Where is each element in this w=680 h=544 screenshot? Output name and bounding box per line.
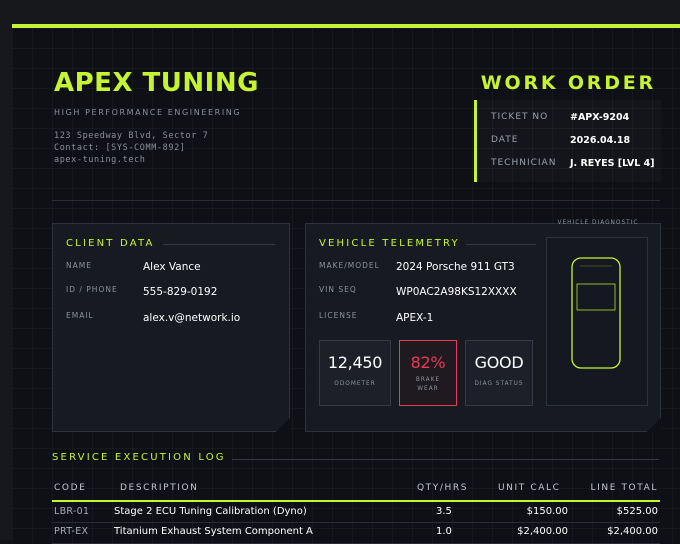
row-unit: $2,400.00 [517,526,568,537]
panel-corner-notch [647,418,661,432]
ticket-label: TICKET NO [491,112,549,122]
service-log-heading-rule [232,459,659,460]
client-email-label: EMAIL [66,311,94,320]
license-label: LICENSE [319,311,358,320]
technician-value: J. REYES [LVL 4] [570,158,655,169]
col-unit-calc: UNIT CALC [498,483,561,493]
row-total: $2,400.00 [607,526,658,537]
vehicle-heading-rule [466,244,536,245]
vehicle-telemetry-heading: VEHICLE TELEMETRY [319,238,460,249]
car-outline-icon [571,257,621,369]
ticket-number: #APX-9204 [570,112,630,123]
col-qty: QTY/HRS [417,483,469,493]
row-code: LBR-01 [54,506,90,517]
client-phone-label: ID / PHONE [66,285,118,294]
row-unit: $150.00 [526,506,568,517]
ticket-info-box: TICKET NO #APX-9204 DATE 2026.04.18 TECH… [474,100,661,182]
client-name-value: Alex Vance [143,261,201,273]
client-name-label: NAME [66,261,92,270]
diag-status-stat: GOOD DIAG STATUS [465,340,533,406]
col-line-total: LINE TOTAL [590,483,658,493]
odometer-value: 12,450 [327,353,383,372]
header-divider [52,200,660,201]
make-model-label: MAKE/MODEL [319,261,380,270]
date-value: 2026.04.18 [570,135,631,146]
brake-wear-label-line1: BRAKE [415,377,441,383]
brand-address: 123 Speedway Blvd, Sector 7 [54,131,209,141]
client-email-value: alex.v@network.io [143,312,241,324]
brand-contact: Contact: [SYS-COMM-892] [54,143,186,153]
col-code: CODE [54,483,87,493]
brand-website: apex-tuning.tech [54,155,146,165]
panel-corner-notch [276,418,290,432]
brake-wear-stat: 82% BRAKE WEAR [399,340,457,406]
license-value: APEX-1 [396,312,434,324]
table-row: LBR-01 Stage 2 ECU Tuning Calibration (D… [52,502,660,523]
row-qty: 3.5 [436,506,452,517]
client-heading-rule [163,244,275,245]
row-code: PRT-EX [54,526,89,537]
client-data-panel: CLIENT DATA NAME Alex Vance ID / PHONE 5… [52,223,290,432]
odometer-label: ODOMETER [334,381,376,387]
vehicle-telemetry-panel: VEHICLE TELEMETRY MAKE/MODEL 2024 Porsch… [305,220,661,432]
brand-tagline: HIGH PERFORMANCE ENGINEERING [54,108,242,117]
technician-label: TECHNICIAN [491,158,557,168]
vehicle-diagnostic-box [546,237,648,406]
vehicle-diagnostic-label: VEHICLE DIAGNOSTIC [557,220,639,226]
date-label: DATE [491,135,519,145]
brake-wear-label: BRAKE WEAR [400,376,456,394]
row-description: Stage 2 ECU Tuning Calibration (Dyno) [114,506,307,517]
diag-status-label: DIAG STATUS [474,381,524,387]
document-title: WORK ORDER [480,72,656,94]
brand-name: APEX TUNING [54,68,259,98]
work-order-sheet: APEX TUNING HIGH PERFORMANCE ENGINEERING… [12,24,680,544]
table-row: PRT-EX Titanium Exhaust System Component… [52,523,660,544]
make-model-value: 2024 Porsche 911 GT3 [396,261,515,273]
row-qty: 1.0 [436,526,452,537]
brake-wear-label-line2: WEAR [417,386,439,392]
client-phone-value: 555-829-0192 [143,286,218,298]
service-log-heading: SERVICE EXECUTION LOG [52,452,226,463]
odometer-stat: 12,450 ODOMETER [319,340,391,406]
vin-value: WP0AC2A98KS12XXXX [396,286,517,298]
diag-status-value: GOOD [474,353,524,372]
row-total: $525.00 [616,506,658,517]
client-data-heading: CLIENT DATA [66,238,155,249]
vin-label: VIN SEQ [319,285,357,294]
col-description: DESCRIPTION [120,483,199,493]
row-description: Titanium Exhaust System Component A [114,526,313,537]
brake-wear-value: 82% [410,353,446,372]
